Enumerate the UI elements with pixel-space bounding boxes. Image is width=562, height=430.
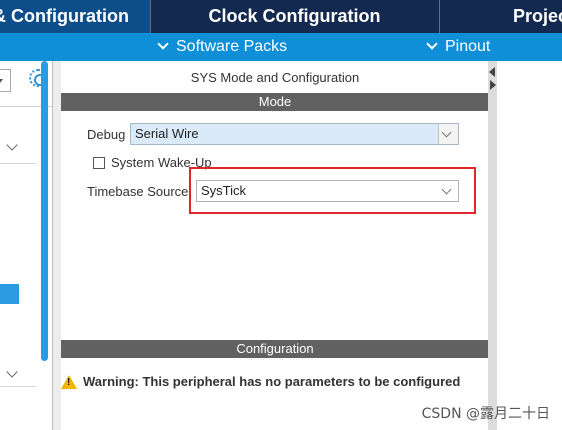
highlight-annotation-box: [189, 167, 476, 214]
tab-clock-configuration[interactable]: Clock Configuration: [151, 0, 438, 33]
selected-category-item[interactable]: [0, 284, 19, 304]
collapse-left-icon[interactable]: [489, 67, 495, 77]
divider: [0, 386, 36, 387]
chevron-down-icon: [441, 127, 452, 138]
expand-right-icon[interactable]: [490, 80, 496, 90]
mode-section-header: Mode: [61, 93, 489, 111]
timebase-source-label: Timebase Source: [87, 184, 189, 199]
configuration-warning: Warning: This peripheral has no paramete…: [61, 373, 497, 391]
categories-scrollbar[interactable]: [41, 61, 48, 361]
debug-select[interactable]: Serial Wire: [130, 123, 459, 145]
software-packs-label: Software Packs: [176, 38, 288, 55]
tab-pinout-configuration-label: Pinout & Configuration: [0, 6, 129, 26]
debug-select-value: Serial Wire: [135, 126, 199, 141]
category-sort-select[interactable]: [0, 69, 11, 92]
chevron-down-icon[interactable]: [6, 366, 18, 378]
panel-splitter[interactable]: [488, 61, 497, 430]
pinout-label: Pinout: [445, 38, 491, 55]
warning-icon: [61, 375, 77, 389]
tab-project-manager[interactable]: Project Manager: [440, 0, 562, 33]
tab-clock-configuration-label: Clock Configuration: [208, 6, 381, 26]
sys-mode-configuration-panel: SYS Mode and Configuration Mode Debug Se…: [53, 61, 497, 430]
warning-text: Warning: This peripheral has no paramete…: [83, 374, 461, 389]
software-packs-menu[interactable]: Software Packs: [158, 33, 287, 61]
chevron-down-icon: [427, 40, 437, 50]
main-tab-bar: Pinout & Configuration Clock Configurati…: [0, 0, 562, 33]
divider: [0, 163, 36, 164]
debug-select-button[interactable]: [438, 124, 458, 144]
chevron-down-icon[interactable]: [6, 139, 18, 151]
panel-content: SYS Mode and Configuration Mode Debug Se…: [61, 61, 489, 430]
tab-project-manager-label: Project Manager: [513, 6, 562, 26]
debug-label: Debug: [87, 127, 126, 142]
panel-title: SYS Mode and Configuration: [190, 70, 360, 85]
pinout-menu[interactable]: Pinout: [427, 33, 490, 61]
tab-pinout-configuration[interactable]: Pinout & Configuration: [0, 0, 150, 33]
chevron-down-icon: [158, 40, 168, 50]
system-wakeup-checkbox[interactable]: [93, 157, 105, 169]
sub-toolbar: Software Packs Pinout: [0, 33, 562, 61]
watermark: CSDN @露月二十日: [421, 406, 550, 422]
configuration-section-header: Configuration: [61, 340, 489, 358]
